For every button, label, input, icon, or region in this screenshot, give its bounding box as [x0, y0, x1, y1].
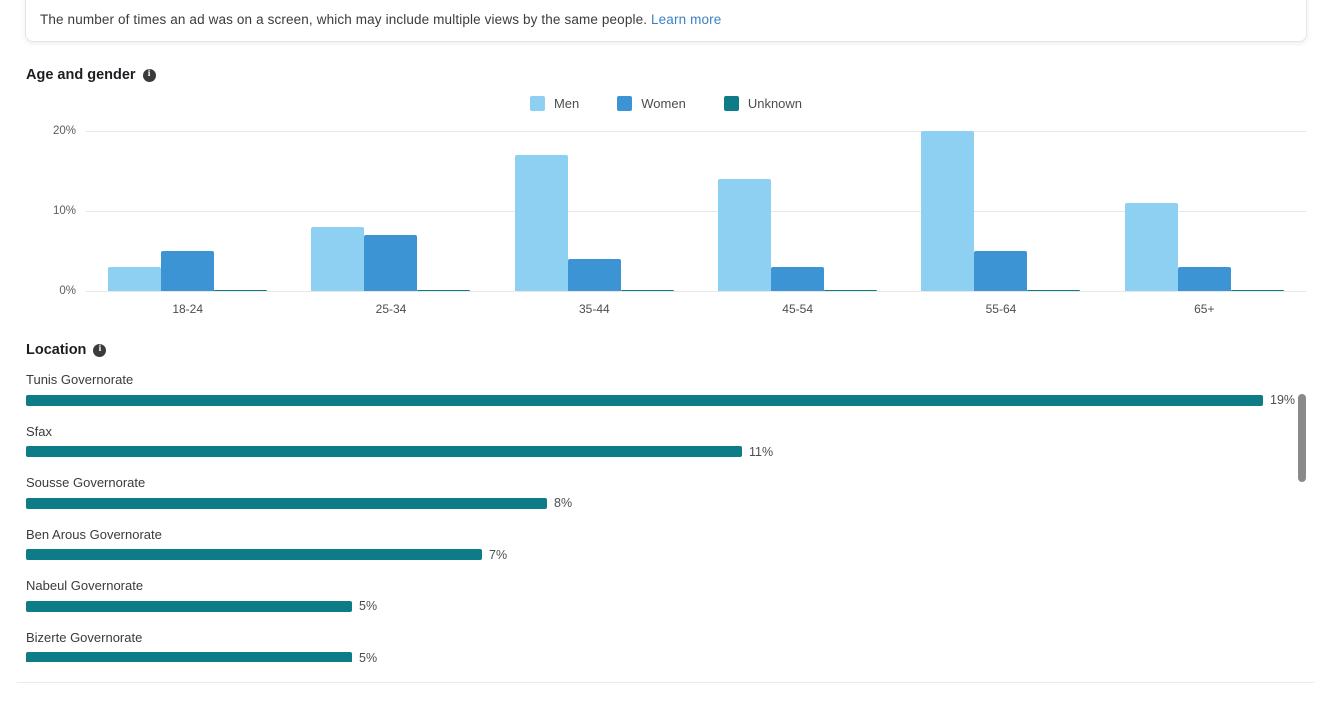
- bar-men[interactable]: [1124, 203, 1178, 291]
- legend-item-women[interactable]: Women: [617, 96, 686, 111]
- bar-women[interactable]: [974, 251, 1028, 291]
- location-bar[interactable]: [26, 600, 352, 612]
- location-percentage: 11%: [749, 444, 774, 459]
- location-section: Location i Tunis Governorate 19% Sfax 11% So…: [26, 342, 1306, 662]
- bar-unknown[interactable]: [620, 290, 674, 291]
- bar-men[interactable]: [718, 179, 772, 291]
- location-bar[interactable]: [26, 497, 547, 509]
- location-rows: Tunis Governorate 19% Sfax 11% Sousse Govern…: [26, 372, 1306, 662]
- legend-item-men[interactable]: Men: [529, 96, 580, 111]
- bar-women[interactable]: [364, 235, 418, 291]
- legend-swatch-icon: [723, 96, 739, 111]
- bar-unknown[interactable]: [214, 290, 268, 291]
- location-percentage: 7%: [489, 547, 508, 562]
- bar-women[interactable]: [161, 251, 215, 291]
- chart-plot-area: 0% 10% 20% 18-24 25-34 35-44 45-54 55-64 65+: [53, 125, 1306, 316]
- tooltip-description: The number of times an ad was on a scree…: [40, 12, 648, 27]
- location-bar-line: 8%: [26, 496, 1306, 510]
- location-row: Sousse Governorate 8%: [26, 475, 1306, 510]
- bar-group-18-24: 18-24: [86, 131, 289, 316]
- bar-group-55-64: 55-64: [899, 131, 1102, 316]
- location-name: Ben Arous Governorate: [26, 526, 162, 542]
- bar-men[interactable]: [921, 131, 975, 291]
- legend-label: Women: [641, 96, 686, 111]
- legend-swatch-icon: [617, 96, 633, 111]
- bar-unknown[interactable]: [1230, 290, 1284, 291]
- bar-group-65+: 65+: [1103, 131, 1306, 316]
- info-icon[interactable]: i: [93, 343, 107, 357]
- x-axis-tick-label: 55-64: [985, 302, 1017, 316]
- bar-men[interactable]: [311, 227, 365, 291]
- location-percentage: 5%: [359, 599, 378, 613]
- learn-more-link[interactable]: Learn more: [651, 12, 721, 27]
- location-bar[interactable]: [26, 446, 742, 457]
- location-row: Sfax 11%: [26, 424, 1306, 459]
- x-axis-tick-label: 18-24: [172, 302, 204, 316]
- bar-group-45-54: 45-54: [696, 131, 899, 316]
- location-name: Sfax: [26, 423, 53, 439]
- location-bar[interactable]: [26, 549, 482, 560]
- location-name: Bizerte Governorate: [26, 629, 143, 645]
- legend-swatch-icon: [529, 96, 545, 111]
- y-axis-tick-label: 0%: [59, 285, 76, 297]
- card-divider: [10, 682, 1321, 683]
- location-bar[interactable]: [26, 394, 1263, 406]
- location-bar-line: 19%: [26, 393, 1306, 407]
- x-axis-tick-label: 25-34: [375, 302, 407, 316]
- y-axis-tick-label: 10%: [52, 205, 76, 217]
- gridline: 0%: [59, 285, 1306, 297]
- chart-bar-groups: 18-24 25-34 35-44 45-54 55-64 65+: [86, 131, 1306, 316]
- bar-unknown[interactable]: [824, 290, 878, 291]
- location-row: Tunis Governorate 19%: [26, 372, 1306, 407]
- location-name: Tunis Governorate: [26, 372, 134, 387]
- legend-item-unknown[interactable]: Unknown: [723, 96, 803, 111]
- location-percentage: 5%: [359, 650, 378, 663]
- x-axis-tick-label: 45-54: [782, 302, 813, 316]
- location-list: Tunis Governorate 19% Sfax 11% Sousse Govern…: [26, 372, 1306, 662]
- location-percentage: 19%: [1270, 393, 1296, 407]
- location-bar[interactable]: [26, 652, 352, 662]
- location-scrollbar[interactable]: [1298, 372, 1306, 662]
- age-gender-chart: 0% 10% 20% 18-24 25-34 35-44 45-54 55-64 65+: [26, 125, 1306, 321]
- legend-label: Unknown: [747, 96, 803, 111]
- bar-men[interactable]: [108, 267, 162, 291]
- bar-unknown[interactable]: [1027, 290, 1081, 291]
- location-row: Nabeul Governorate 5%: [26, 578, 1306, 613]
- location-title: Location: [26, 342, 87, 358]
- x-axis-tick-label: 35-44: [578, 302, 610, 316]
- bar-women[interactable]: [1177, 267, 1231, 291]
- age-and-gender-heading: Age and gender i: [26, 67, 1306, 83]
- location-name: Nabeul Governorate: [26, 578, 144, 593]
- chart-legend: Men Women Unknown: [26, 96, 1306, 111]
- location-bar-line: 7%: [26, 548, 1306, 562]
- location-row: Bizerte Governorate 5%: [26, 629, 1306, 663]
- location-percentage: 8%: [554, 496, 573, 510]
- location-scrollbar-thumb[interactable]: [1298, 394, 1306, 482]
- bar-group-25-34: 25-34: [289, 131, 492, 316]
- location-bar-line: 5%: [26, 599, 1306, 613]
- tooltip-text: The number of times an ad was on a scree…: [40, 11, 721, 29]
- legend-label: Men: [553, 96, 580, 111]
- bar-unknown[interactable]: [417, 290, 471, 291]
- location-heading: Location i: [26, 342, 1306, 358]
- bar-group-35-44: 35-44: [493, 131, 696, 316]
- age-and-gender-section: Age and gender i Men Women Unknown 0% 10% 20…: [26, 67, 1306, 321]
- x-axis-tick-label: 65+: [1194, 302, 1215, 316]
- bar-women[interactable]: [771, 267, 825, 291]
- location-bar-line: 11%: [26, 445, 1306, 459]
- location-bar-line: 5%: [26, 650, 1306, 663]
- impressions-tooltip: The number of times an ad was on a scree…: [25, 0, 1307, 42]
- bar-women[interactable]: [567, 259, 621, 291]
- bar-men[interactable]: [514, 155, 568, 291]
- age-and-gender-title: Age and gender: [26, 67, 136, 83]
- info-icon[interactable]: i: [142, 68, 156, 82]
- y-axis-tick-label: 20%: [52, 125, 76, 137]
- location-row: Ben Arous Governorate 7%: [26, 527, 1306, 562]
- audience-insights-card: Age and gender i Men Women Unknown 0% 10% 20…: [10, 46, 1321, 683]
- location-name: Sousse Governorate: [26, 475, 146, 490]
